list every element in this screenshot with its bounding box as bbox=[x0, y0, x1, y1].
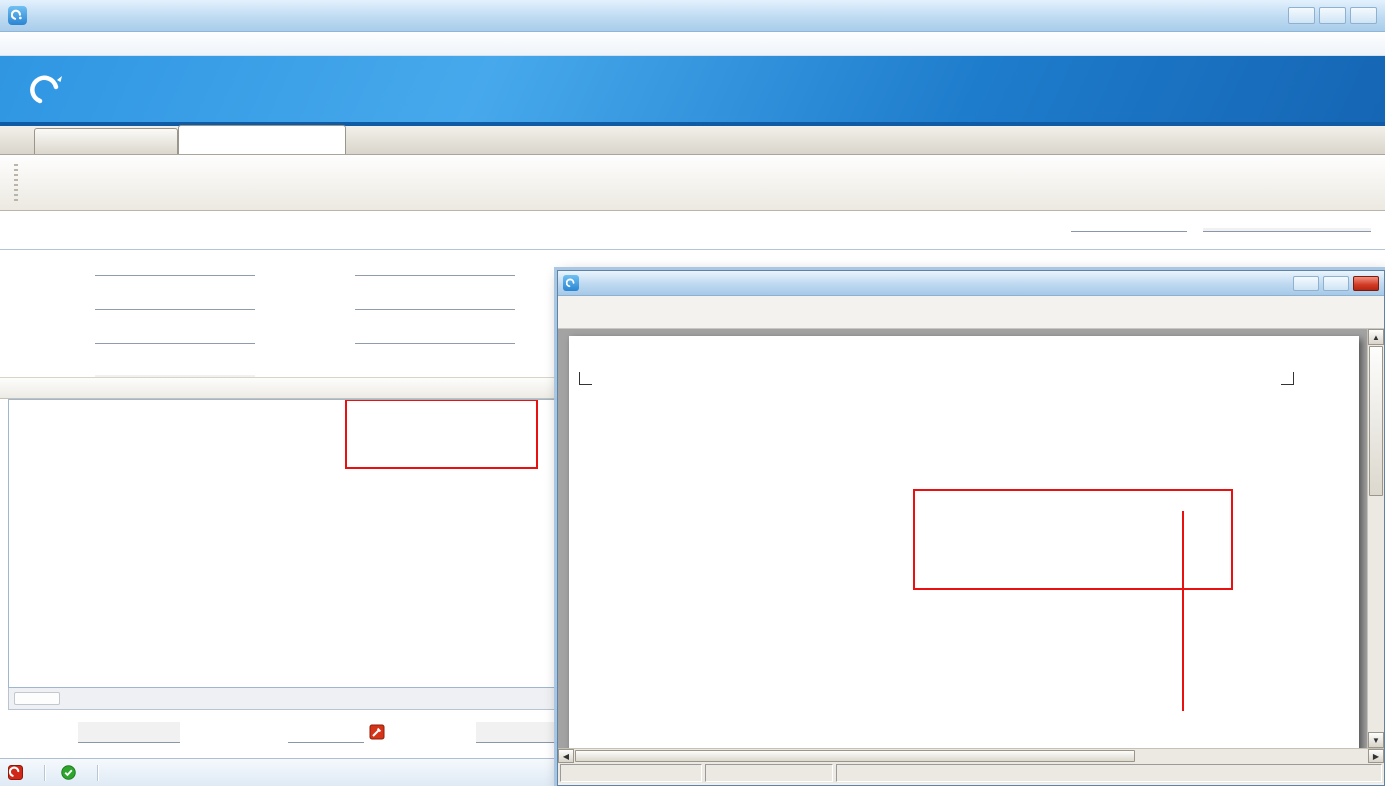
preview-vscrollbar[interactable]: ▲ ▼ bbox=[1367, 329, 1384, 748]
annotation-redbox-grid bbox=[345, 399, 538, 469]
preview-toolbar bbox=[558, 296, 1384, 329]
preview-titlebar bbox=[558, 271, 1384, 296]
toolbar-grip bbox=[14, 164, 18, 202]
connection-ok-icon bbox=[61, 765, 76, 780]
app-center-status bbox=[8, 765, 28, 780]
preview-dialog: ▲ ▼ ◀ ▶ bbox=[557, 270, 1385, 786]
titlebar bbox=[0, 0, 1385, 32]
preview-content: ▲ ▼ bbox=[558, 329, 1384, 748]
preview-minimize-button[interactable] bbox=[1293, 276, 1319, 291]
banner bbox=[0, 56, 1385, 126]
annotation-redbox-print bbox=[913, 489, 1233, 590]
salesman-input[interactable] bbox=[355, 307, 515, 310]
date-input[interactable] bbox=[1071, 228, 1187, 232]
brand-logo bbox=[30, 71, 104, 111]
connection-status bbox=[61, 765, 81, 780]
tabstrip bbox=[0, 126, 1385, 155]
close-button[interactable] bbox=[1350, 7, 1377, 24]
grid-hscroll-thumb[interactable] bbox=[14, 692, 60, 705]
logistics-input[interactable] bbox=[355, 341, 515, 344]
preview-maximize-button[interactable] bbox=[1323, 276, 1349, 291]
qr-code bbox=[589, 360, 707, 483]
tab-nav-window[interactable] bbox=[34, 128, 178, 154]
doc-no-input bbox=[1203, 228, 1371, 232]
main-toolbar bbox=[0, 155, 1385, 211]
crop-mark bbox=[1281, 372, 1294, 385]
app-center-icon bbox=[8, 765, 23, 780]
tab-delivery-note[interactable] bbox=[178, 125, 346, 154]
preview-statusbar bbox=[558, 763, 1384, 783]
minimize-button[interactable] bbox=[1288, 7, 1315, 24]
annotation-redline bbox=[1182, 511, 1184, 711]
preview-close-button[interactable] bbox=[1353, 276, 1379, 291]
print-page bbox=[569, 336, 1359, 748]
maximize-button[interactable] bbox=[1319, 7, 1346, 24]
doc-header bbox=[0, 211, 1385, 250]
preview-logo-icon bbox=[563, 275, 579, 291]
receiver-input[interactable] bbox=[355, 273, 515, 276]
discount-input[interactable] bbox=[288, 722, 364, 743]
address-input[interactable] bbox=[95, 307, 255, 310]
preview-hscrollbar[interactable]: ◀ ▶ bbox=[558, 748, 1384, 763]
ship-method-input[interactable] bbox=[95, 341, 255, 344]
total-amount-box bbox=[78, 722, 180, 743]
customer-input[interactable] bbox=[95, 273, 255, 276]
discount-edit-icon[interactable] bbox=[369, 724, 385, 745]
brand-swirl-icon bbox=[30, 71, 70, 111]
app-logo-icon bbox=[8, 6, 27, 25]
page-indicator bbox=[560, 764, 702, 782]
menubar bbox=[0, 32, 1385, 56]
